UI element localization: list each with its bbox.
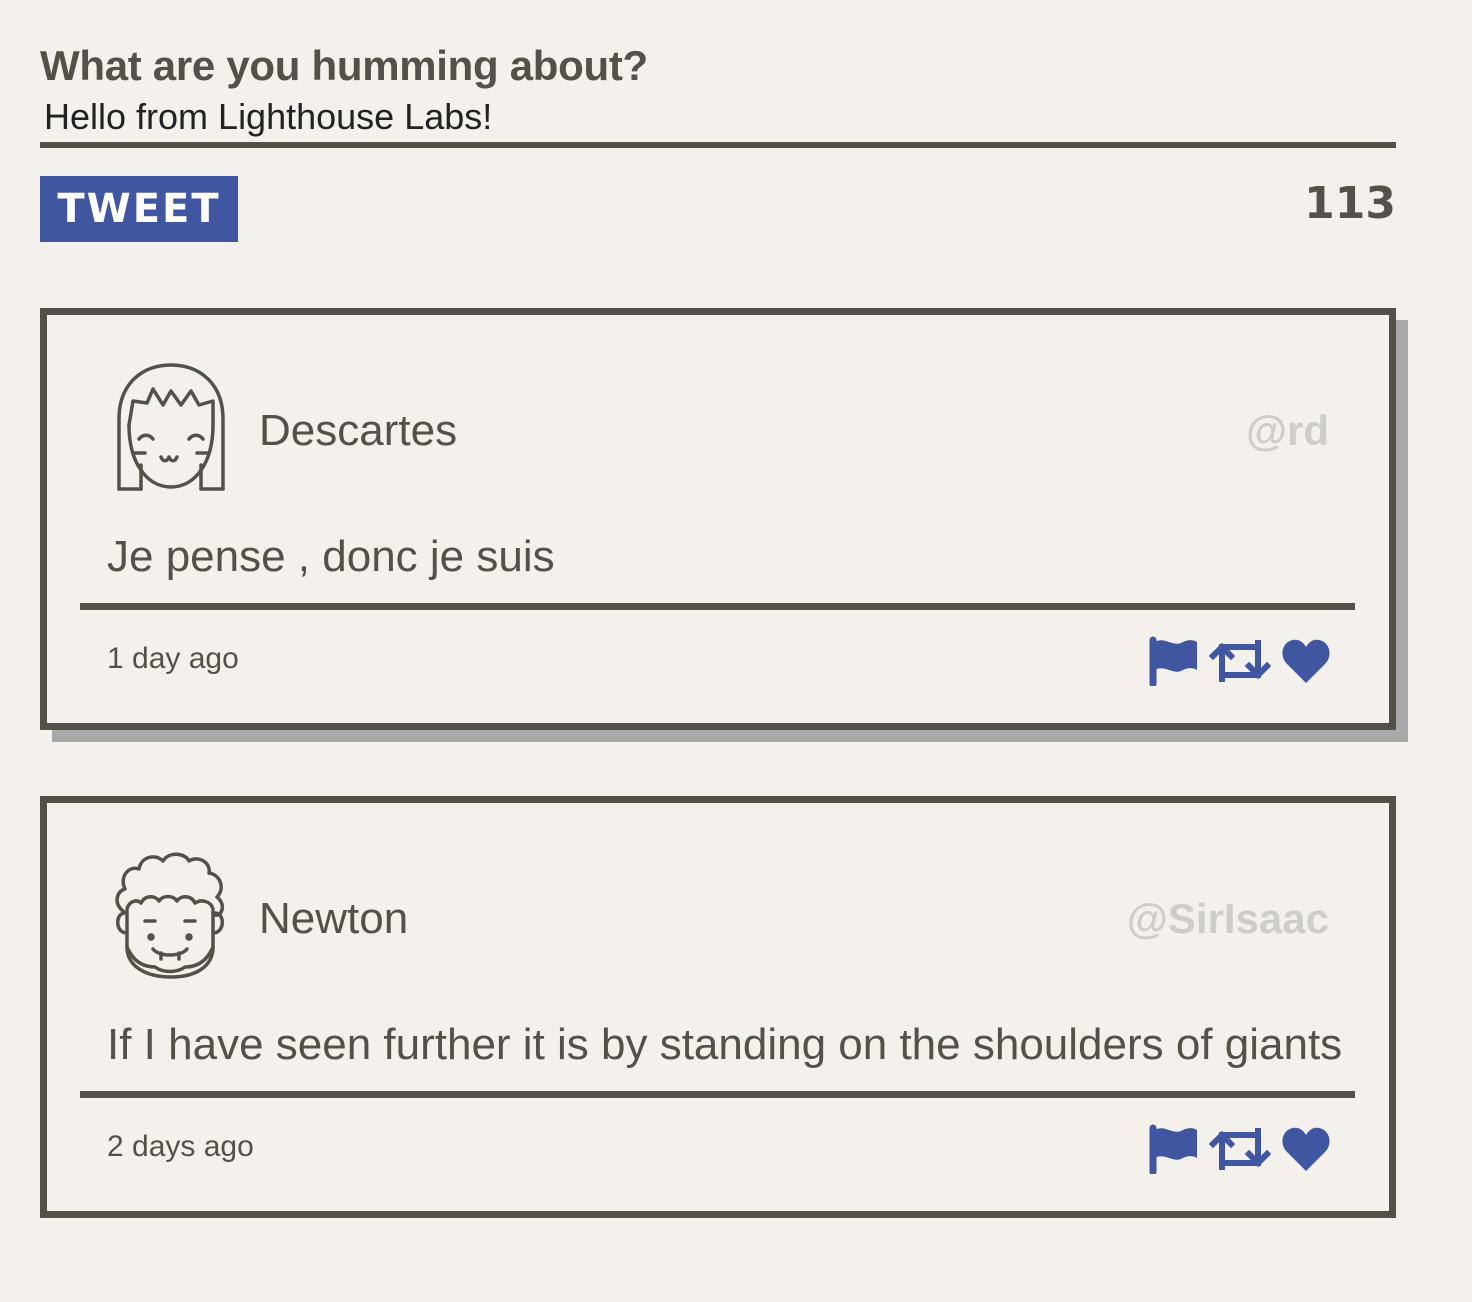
tweet-timestamp: 2 days ago <box>107 1130 254 1163</box>
tweet-actions <box>1149 1123 1331 1175</box>
tweet-content: Je pense , donc je suis <box>107 532 555 581</box>
tweet-actions <box>1149 635 1331 687</box>
retweet-icon[interactable] <box>1209 639 1271 683</box>
tweet-card: Descartes @rd Je pense , donc je suis 1 … <box>40 308 1396 730</box>
tweet-divider <box>80 1091 1355 1098</box>
compose-heading: What are you humming about? <box>40 42 648 89</box>
author-handle: @SirIsaac <box>1126 895 1329 942</box>
heart-icon[interactable] <box>1281 637 1331 685</box>
author-name: Newton <box>259 894 409 943</box>
girl-avatar-icon <box>117 363 225 491</box>
flag-icon[interactable] <box>1149 1124 1199 1174</box>
author-name: Descartes <box>259 406 458 455</box>
tweet-text-input[interactable] <box>40 92 1396 148</box>
retweet-icon[interactable] <box>1209 1127 1271 1171</box>
tweet-timestamp: 1 day ago <box>107 642 239 675</box>
curly-hair-avatar-icon <box>115 852 225 979</box>
compose-footer: TWEET 113 <box>40 176 1396 242</box>
heart-icon[interactable] <box>1281 1125 1331 1173</box>
tweet-content: If I have seen further it is by standing… <box>107 1020 1343 1069</box>
new-tweet-form: What are you humming about? TWEET 113 <box>40 40 1396 242</box>
flag-icon[interactable] <box>1149 636 1199 686</box>
tweet-divider <box>80 603 1355 610</box>
tweet-header: Descartes @rd <box>47 315 1389 505</box>
tweet-button[interactable]: TWEET <box>40 176 238 242</box>
tweet-card: Newton @SirIsaac If I have seen further … <box>40 796 1396 1218</box>
tweet-header: Newton @SirIsaac <box>47 803 1389 993</box>
author-handle: @rd <box>1246 407 1329 454</box>
char-counter: 113 <box>1304 178 1396 229</box>
